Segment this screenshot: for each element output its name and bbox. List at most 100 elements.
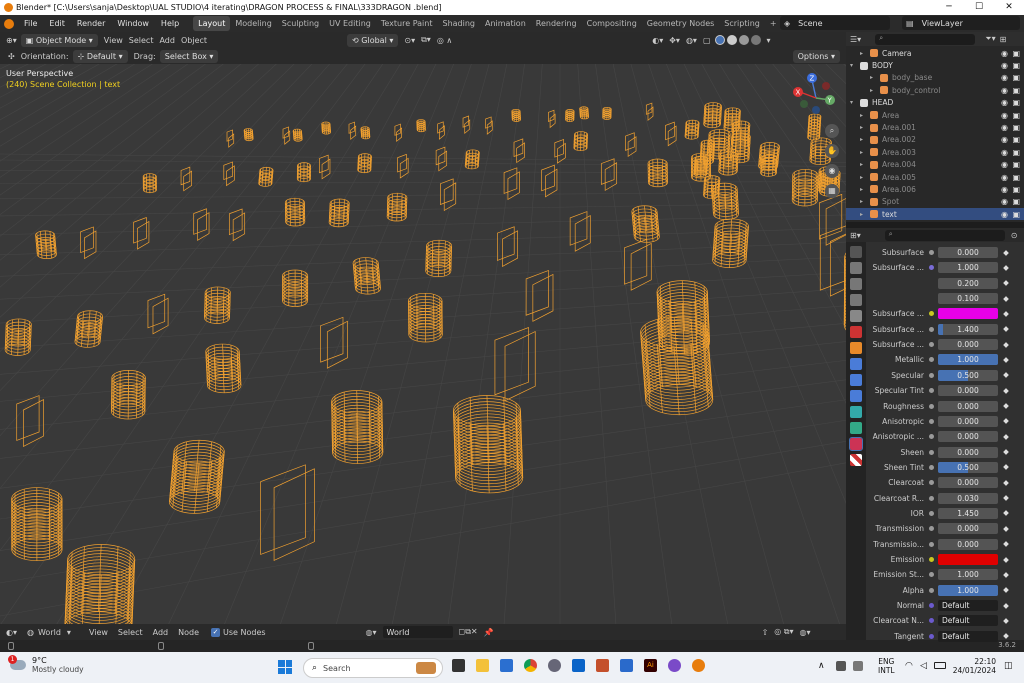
render-camera-icon[interactable]: ▣ — [1012, 210, 1020, 219]
fake-user-icon[interactable]: ◻⧉✕ — [459, 627, 478, 637]
modifier-tab-icon[interactable] — [850, 358, 862, 370]
view-layer-name[interactable]: ViewLayer — [922, 19, 963, 28]
menu-edit[interactable]: Edit — [43, 19, 71, 28]
outliner-item-area-002[interactable]: ▸ Area.002 ◉ ▣ — [846, 134, 1024, 146]
render-camera-icon[interactable]: ▣ — [1012, 197, 1020, 206]
properties-search-input[interactable]: ⌕ — [884, 229, 1005, 241]
transform-orientation-select[interactable]: ⟲ Global ▾ — [347, 33, 399, 47]
value-field[interactable]: 0.000 — [938, 477, 998, 489]
value-field[interactable]: 0.000 — [938, 446, 998, 458]
mail-icon[interactable] — [620, 659, 633, 672]
language-label[interactable]: ENG — [878, 657, 895, 666]
wireframe-object[interactable] — [485, 116, 493, 135]
new-collection-icon[interactable]: ⊞ — [1000, 35, 1007, 44]
render-camera-icon[interactable]: ▣ — [1012, 135, 1020, 144]
wireframe-object[interactable] — [282, 269, 309, 307]
wireframe-object[interactable] — [497, 226, 518, 267]
outliner-type-icon[interactable]: ☰▾ — [850, 35, 861, 44]
render-tab-icon[interactable] — [850, 262, 862, 274]
outliner-item-head[interactable]: ▾ HEAD ◉ ▣ — [846, 97, 1024, 109]
clock-time[interactable]: 22:10 — [952, 657, 996, 666]
socket-dot-icon[interactable] — [929, 618, 934, 624]
wireframe-object[interactable] — [35, 230, 57, 260]
outliner-item-area-003[interactable]: ▸ Area.003 ◉ ▣ — [846, 146, 1024, 158]
shading-options-icon[interactable]: ▾ — [767, 36, 771, 45]
socket-dot-icon[interactable] — [929, 434, 934, 440]
keyboard-label[interactable]: INTL — [878, 666, 895, 675]
visibility-eye-icon[interactable]: ◉ — [1001, 73, 1008, 82]
wireframe-object[interactable] — [541, 164, 558, 198]
menu-add[interactable]: Add — [159, 36, 175, 45]
render-camera-icon[interactable]: ▣ — [1012, 185, 1020, 194]
properties-pin-icon[interactable]: ⊙ — [1011, 231, 1018, 240]
scene-tab-icon[interactable] — [850, 310, 862, 322]
zoom-icon[interactable]: ⌕ — [825, 124, 839, 138]
socket-dot-icon[interactable] — [929, 557, 934, 562]
object-tab-icon[interactable] — [850, 342, 862, 354]
socket-dot-icon[interactable] — [929, 418, 934, 424]
wireframe-object[interactable] — [133, 216, 150, 250]
menu-object[interactable]: Object — [181, 36, 207, 45]
store-icon[interactable] — [500, 659, 513, 672]
chrome-icon[interactable] — [524, 659, 537, 672]
volume-icon[interactable]: ◁ — [920, 661, 927, 671]
drag-select[interactable]: Select Box ▾ — [159, 49, 219, 63]
chevron-down-icon[interactable]: ▾ — [67, 628, 71, 637]
chevron-up-icon[interactable]: ∧ — [818, 661, 825, 671]
socket-dot-icon[interactable] — [929, 326, 934, 332]
keyframe-diamond-icon[interactable] — [1003, 265, 1009, 271]
filter-icon[interactable]: ⏷▾ — [985, 34, 995, 44]
keyframe-diamond-icon[interactable] — [1003, 249, 1009, 256]
node-menu-view[interactable]: View — [89, 628, 108, 637]
settings-gear-icon[interactable] — [548, 659, 561, 672]
3d-viewport[interactable]: User Perspective (240) Scene Collection … — [0, 64, 846, 624]
keyframe-diamond-icon[interactable] — [1003, 541, 1009, 547]
socket-dot-icon[interactable] — [929, 633, 934, 639]
notifications-icon[interactable]: ◫ — [1004, 661, 1013, 671]
socket-dot-icon[interactable] — [929, 603, 934, 609]
tab-geometry-nodes[interactable]: Geometry Nodes — [642, 16, 719, 31]
wireframe-object[interactable] — [624, 238, 652, 291]
socket-dot-icon[interactable] — [929, 510, 934, 516]
keyframe-diamond-icon[interactable] — [1003, 341, 1009, 348]
constraints-tab-icon[interactable] — [850, 406, 862, 418]
value-field[interactable]: 0.200 — [938, 277, 998, 289]
use-nodes-checkbox[interactable]: ✓ — [211, 627, 220, 637]
expand-arrow-icon[interactable]: ▸ — [860, 149, 868, 156]
taskbar-search-box[interactable]: ⌕ Search — [303, 658, 443, 678]
start-button[interactable] — [278, 660, 292, 674]
socket-dot-icon[interactable] — [929, 372, 934, 378]
wireframe-object[interactable] — [331, 390, 384, 464]
keyframe-diamond-icon[interactable] — [1003, 495, 1009, 501]
wireframe-object[interactable] — [494, 327, 536, 402]
file-explorer-icon[interactable] — [476, 659, 489, 672]
socket-dot-icon[interactable] — [929, 250, 934, 255]
wireframe-object[interactable] — [321, 121, 331, 135]
weather-widget[interactable]: 1 9°C Mostly cloudy — [8, 655, 84, 674]
outlook-icon[interactable] — [572, 659, 585, 672]
visibility-eye-icon[interactable]: ◉ — [1001, 86, 1008, 95]
properties-type-icon[interactable]: ⊞▾ — [850, 231, 861, 240]
tray-icon-2[interactable] — [853, 661, 863, 671]
app-red-icon[interactable] — [596, 659, 609, 672]
socket-dot-icon[interactable] — [929, 541, 934, 547]
value-field[interactable]: 0.000 — [938, 415, 998, 427]
keyframe-diamond-icon[interactable] — [1003, 618, 1009, 624]
tab-animation[interactable]: Animation — [480, 16, 531, 31]
color-swatch[interactable] — [938, 554, 998, 565]
visibility-eye-icon[interactable]: ◉ — [1001, 98, 1008, 107]
visibility-eye-icon[interactable]: ◉ — [1001, 49, 1008, 58]
transform-tool-icon[interactable]: ✣ — [8, 52, 15, 61]
value-field[interactable]: 0.000 — [938, 431, 998, 443]
parent-node-icon[interactable]: ⇧ — [762, 628, 769, 637]
wireframe-object[interactable] — [260, 464, 315, 562]
visibility-eye-icon[interactable]: ◉ — [1001, 160, 1008, 169]
expand-arrow-icon[interactable]: ▾ — [850, 99, 858, 106]
visibility-eye-icon[interactable]: ◉ — [1001, 210, 1008, 219]
visibility-eye-icon[interactable]: ◉ — [1001, 197, 1008, 206]
wireframe-object[interactable] — [328, 198, 350, 228]
battery-icon[interactable] — [934, 662, 946, 669]
shading-material-button[interactable] — [738, 35, 749, 45]
wireframe-object[interactable] — [573, 131, 588, 152]
socket-dot-icon[interactable] — [929, 526, 934, 532]
